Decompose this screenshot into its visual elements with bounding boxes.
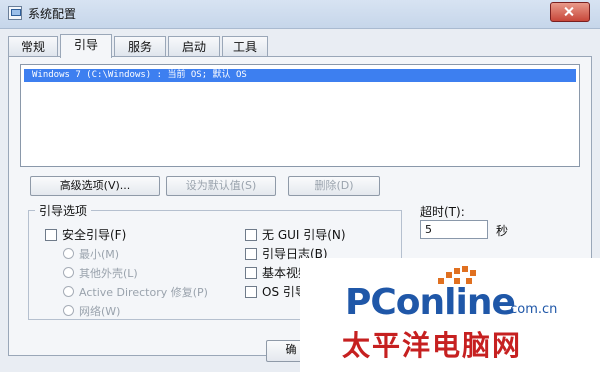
advanced-options-button[interactable]: 高级选项(V)... <box>30 176 160 196</box>
ad-repair-radio[interactable] <box>63 286 74 297</box>
alternate-shell-radio[interactable] <box>63 267 74 278</box>
os-boot-info-checkbox[interactable] <box>245 286 257 298</box>
set-default-button[interactable]: 设为默认值(S) <box>166 176 276 196</box>
tab-services[interactable]: 服务 <box>114 36 166 56</box>
timeout-input[interactable]: 5 <box>420 220 488 239</box>
tab-startup[interactable]: 启动 <box>168 36 220 56</box>
minimal-label: 最小(M) <box>79 248 120 261</box>
no-gui-boot-checkbox[interactable] <box>245 229 257 241</box>
timeout-unit: 秒 <box>496 224 509 238</box>
network-radio[interactable] <box>63 305 74 316</box>
minimal-radio[interactable] <box>63 248 74 259</box>
alternate-shell-label: 其他外壳(L) <box>79 267 138 280</box>
close-button[interactable] <box>550 2 590 22</box>
safe-boot-checkbox[interactable] <box>45 229 57 241</box>
network-label: 网络(W) <box>79 305 121 318</box>
title-bar: 系统配置 <box>0 0 600 29</box>
boot-log-checkbox[interactable] <box>245 248 257 260</box>
boot-entry-windows7[interactable]: Windows 7 (C:\Windows) : 当前 OS; 默认 OS <box>24 69 576 82</box>
safe-boot-label: 安全引导(F) <box>62 228 127 242</box>
no-gui-boot-label: 无 GUI 引导(N) <box>262 228 346 242</box>
watermark-domain: .com.cn <box>506 302 558 317</box>
tab-general[interactable]: 常规 <box>8 36 58 56</box>
tab-boot[interactable]: 引导 <box>60 34 112 58</box>
watermark-subtitle: 太平洋电脑网 <box>342 329 523 362</box>
ad-repair-label: Active Directory 修复(P) <box>79 286 208 299</box>
window-title: 系统配置 <box>28 7 77 21</box>
window-icon <box>8 6 22 20</box>
boot-options-legend: 引导选项 <box>35 202 92 219</box>
watermark-logo: PConline <box>345 282 516 323</box>
base-video-checkbox[interactable] <box>245 267 257 279</box>
delete-button[interactable]: 删除(D) <box>288 176 380 196</box>
tab-tools[interactable]: 工具 <box>222 36 268 56</box>
timeout-label: 超时(T): <box>420 205 465 219</box>
boot-entries-list[interactable]: Windows 7 (C:\Windows) : 当前 OS; 默认 OS <box>20 64 580 167</box>
